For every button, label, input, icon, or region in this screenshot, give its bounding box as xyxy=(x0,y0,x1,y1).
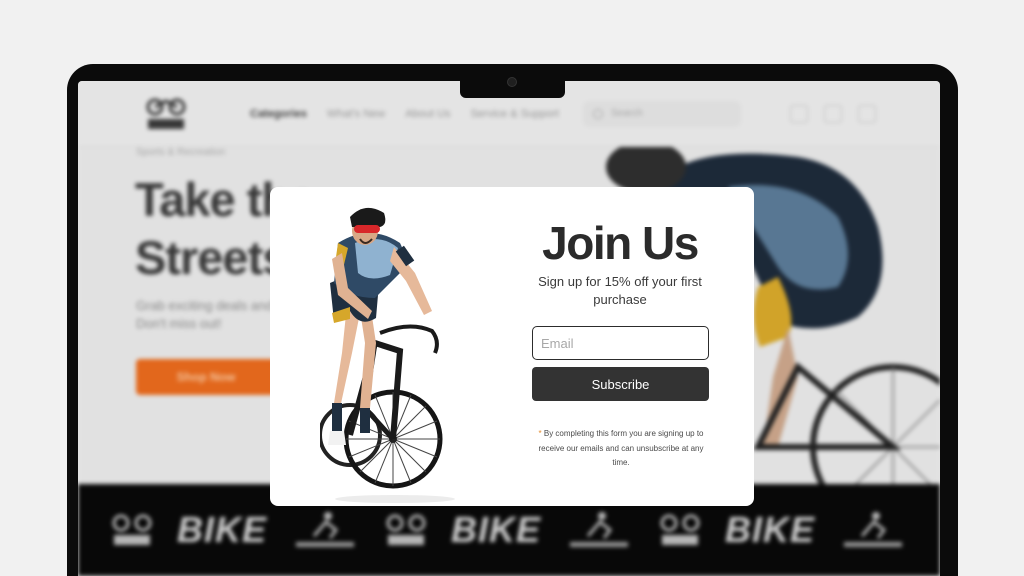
disclaimer-body: By completing this form you are signing … xyxy=(538,429,704,467)
disclaimer-asterisk: * xyxy=(538,429,542,438)
signup-modal: Join Us Sign up for 15% off your first p… xyxy=(270,187,754,506)
disclaimer-text: * By completing this form you are signin… xyxy=(538,427,704,471)
email-field[interactable] xyxy=(532,326,709,360)
modal-title: Join Us xyxy=(542,217,699,269)
modal-subtitle: Sign up for 15% off your first purchase xyxy=(538,274,702,307)
camera-icon xyxy=(507,77,517,87)
subscribe-button[interactable]: Subscribe xyxy=(532,367,709,401)
cyclist-image xyxy=(320,207,455,503)
camera-notch xyxy=(460,64,565,98)
